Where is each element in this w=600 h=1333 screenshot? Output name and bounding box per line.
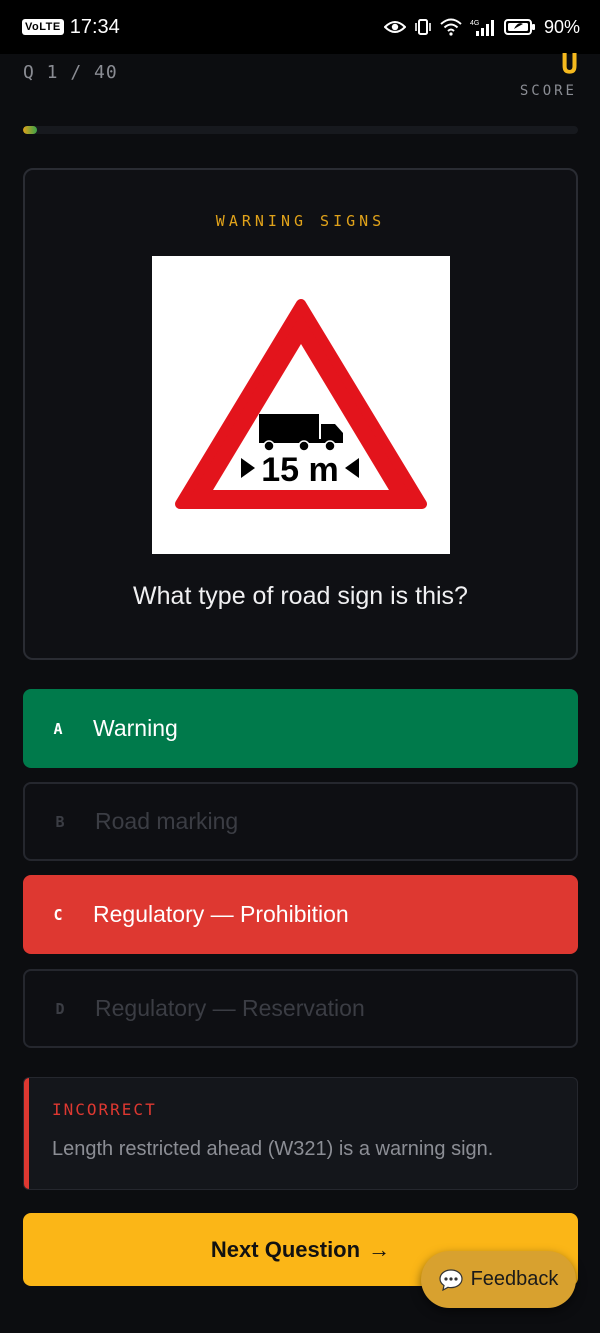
wifi-icon bbox=[440, 18, 462, 36]
option-text: Road marking bbox=[95, 808, 239, 834]
progress-bar bbox=[23, 126, 578, 134]
feedback-button[interactable]: Feedback bbox=[421, 1251, 576, 1308]
sign-length-text: 15 m bbox=[261, 451, 339, 489]
status-right: 4G 90% bbox=[383, 16, 580, 38]
status-left: VoLTE 17:34 bbox=[22, 16, 120, 39]
score-label: SCORE bbox=[519, 83, 577, 99]
question-text: What type of road sign is this? bbox=[133, 582, 468, 610]
svg-text:4G: 4G bbox=[470, 20, 479, 27]
feedback-title: INCORRECT bbox=[52, 1100, 157, 1119]
length-restriction-sign-icon: 15 m bbox=[175, 299, 427, 509]
option-b[interactable]: B Road marking bbox=[23, 782, 578, 861]
option-text: Regulatory — Reservation bbox=[95, 995, 365, 1021]
next-question-label: Next Question bbox=[210, 1236, 361, 1262]
question-card: WARNING SIGNS 15 m What type of road sig… bbox=[23, 168, 578, 660]
feedback-button-label: Feedback bbox=[470, 1268, 559, 1290]
signal-icon: 4G bbox=[470, 20, 494, 36]
volte-icon: VoLTE bbox=[22, 19, 64, 35]
battery-icon bbox=[503, 19, 535, 35]
option-c[interactable]: C Regulatory — Prohibition bbox=[23, 875, 578, 954]
score-value: U bbox=[561, 48, 578, 80]
option-text: Regulatory — Prohibition bbox=[93, 901, 349, 927]
sign-image: 15 m bbox=[152, 256, 450, 554]
question-category: WARNING SIGNS bbox=[215, 212, 386, 230]
battery-percent: 90% bbox=[543, 16, 580, 37]
question-counter: Q 1 / 40 bbox=[23, 62, 118, 83]
feedback-accent-bar bbox=[24, 1078, 29, 1189]
option-letter: B bbox=[55, 812, 65, 831]
chat-bubble-icon bbox=[438, 1268, 463, 1291]
status-bar: VoLTE 17:34 4G 90% bbox=[0, 0, 600, 54]
option-d[interactable]: D Regulatory — Reservation bbox=[23, 969, 578, 1048]
status-time: 17:34 bbox=[69, 15, 120, 38]
arrow-right-icon: → bbox=[368, 1236, 391, 1262]
option-text: Warning bbox=[93, 715, 178, 741]
answer-feedback: INCORRECT Length restricted ahead (W321)… bbox=[23, 1077, 578, 1190]
feedback-text: Length restricted ahead (W321) is a warn… bbox=[52, 1138, 494, 1160]
option-letter: C bbox=[53, 905, 63, 924]
option-letter: A bbox=[53, 719, 63, 738]
eye-icon bbox=[383, 21, 406, 33]
progress-fill bbox=[23, 126, 37, 134]
vibrate-icon bbox=[415, 19, 431, 35]
option-letter: D bbox=[55, 999, 65, 1018]
option-a[interactable]: A Warning bbox=[23, 689, 578, 768]
